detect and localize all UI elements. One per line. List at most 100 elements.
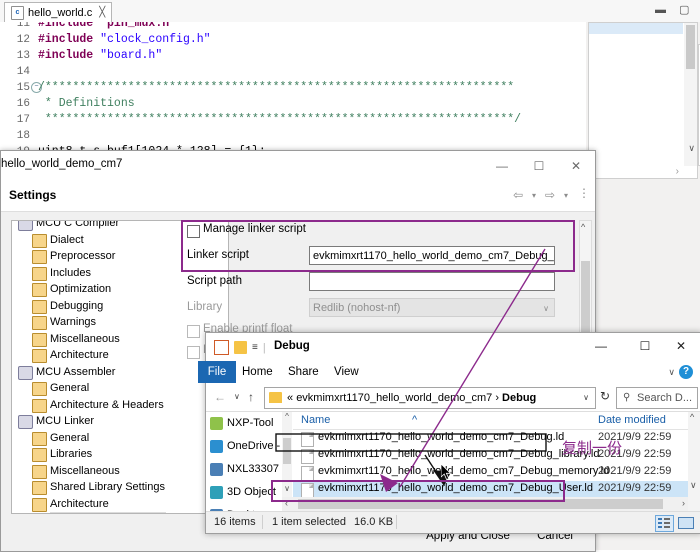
- search-input[interactable]: ⚲ Search D...: [616, 387, 698, 409]
- file-list-horizontal-scrollbar[interactable]: ‹ ›: [282, 497, 688, 511]
- page-icon: [32, 332, 47, 347]
- ide-panel-upper: ∨ ›: [588, 22, 698, 179]
- up-icon[interactable]: ↑: [248, 390, 254, 404]
- help-icon[interactable]: ?: [679, 365, 693, 379]
- script-path-input[interactable]: [309, 272, 555, 291]
- code-line: 15−/************************************…: [0, 80, 668, 96]
- ribbon-tab-view[interactable]: View: [334, 361, 359, 383]
- file-name: evkmimxrt1170_hello_world_demo_cm7_Debug…: [318, 431, 565, 443]
- file-icon: [301, 449, 314, 464]
- ribbon-tab-home[interactable]: Home: [242, 361, 273, 383]
- hscroll-right-icon[interactable]: ›: [682, 498, 685, 508]
- checkbox-icon[interactable]: [214, 340, 229, 355]
- recent-locations-icon[interactable]: ∨: [234, 392, 240, 401]
- nav-scroll-down-icon[interactable]: ∨: [283, 484, 291, 493]
- nav-scroll-thumb[interactable]: [283, 438, 291, 464]
- nav-item-nxp-tool[interactable]: NXP-Tool: [206, 412, 282, 435]
- forward-dropdown-icon[interactable]: ▾: [564, 191, 568, 200]
- settings-close-button[interactable]: ✕: [563, 155, 589, 177]
- line-number: 18: [16, 130, 30, 142]
- settings-minimize-button[interactable]: —: [489, 155, 515, 177]
- file-name: evkmimxrt1170_hello_world_demo_cm7_Debug…: [318, 482, 593, 494]
- nav-item-3d-object[interactable]: 3D Object: [206, 481, 282, 504]
- list-scroll-down-icon[interactable]: ∨: [690, 480, 697, 491]
- panel-scroll-down-icon[interactable]: ∨: [688, 143, 695, 154]
- explorer-navigation-pane[interactable]: NXP-ToolOneDrive -NXL333073D ObjectDeskt…: [206, 412, 282, 522]
- code-text: #include "board.h": [38, 49, 163, 62]
- page-icon: [32, 431, 47, 446]
- settings-tree-item-label: Architecture & Headers: [50, 398, 164, 411]
- close-icon[interactable]: ╳: [99, 7, 105, 18]
- file-list-row[interactable]: evkmimxrt1170_hello_world_demo_cm7_Debug…: [293, 481, 688, 498]
- explorer-maximize-button[interactable]: ☐: [627, 335, 663, 357]
- refresh-icon[interactable]: ↻: [600, 389, 610, 403]
- explorer-ribbon: File Home Share View ∨ ?: [198, 361, 700, 384]
- library-select[interactable]: Redlib (nohost-nf) ∨: [309, 298, 555, 317]
- editor-maximize-icon[interactable]: ▢: [679, 3, 689, 16]
- explorer-minimize-button[interactable]: —: [583, 335, 619, 357]
- status-size: 16.0 KB: [354, 516, 394, 528]
- nav-scroll-up-icon[interactable]: ^: [283, 412, 291, 421]
- library-value: Redlib (nohost-nf): [313, 302, 401, 314]
- settings-window-title: hello_world_demo_cm7: [1, 158, 123, 170]
- pane-scroll-up-icon[interactable]: ^: [581, 222, 585, 232]
- enable-scanf-float-checkbox[interactable]: [187, 346, 200, 359]
- back-icon[interactable]: ⇦: [513, 188, 523, 202]
- code-text: /***************************************…: [38, 81, 515, 94]
- forward-icon[interactable]: ⇨: [545, 188, 555, 202]
- editor-minimize-icon[interactable]: ▬: [655, 4, 666, 16]
- ribbon-tab-share[interactable]: Share: [288, 361, 319, 383]
- ribbon-collapse-icon[interactable]: ∨: [668, 367, 675, 378]
- settings-tree-item-label: MCU Assembler: [36, 365, 116, 378]
- column-header-date-modified[interactable]: Date modified: [598, 414, 666, 426]
- breadcrumb-prefix: «: [287, 392, 294, 404]
- breadcrumb-crumb-0[interactable]: evkmimxrt1170_hello_world_demo_cm7: [296, 392, 492, 404]
- page-icon: [32, 464, 47, 479]
- explorer-window-title: Debug: [274, 340, 310, 352]
- tab-hello-world-c[interactable]: c hello_world.c ╳: [4, 2, 113, 22]
- large-icons-view-icon[interactable]: [677, 515, 694, 530]
- hscroll-thumb[interactable]: [298, 499, 663, 509]
- linker-script-highlight-box: [181, 220, 575, 272]
- pc-icon: [210, 463, 223, 476]
- line-number: 14: [16, 66, 30, 78]
- settings-maximize-button[interactable]: ☐: [526, 155, 552, 177]
- page-icon: [32, 448, 47, 462]
- quick-access-caret-icon[interactable]: ≡: [252, 342, 258, 353]
- file-list-row[interactable]: evkmimxrt1170_hello_world_demo_cm7_Debug…: [293, 464, 688, 481]
- status-item-count: 16 items: [214, 516, 256, 528]
- enable-printf-float-checkbox[interactable]: [187, 325, 200, 338]
- settings-page-title: Settings: [9, 188, 57, 202]
- explorer-close-button[interactable]: ✕: [663, 335, 699, 357]
- explorer-titlebar: ≡ | Debug — ☐ ✕: [206, 333, 700, 361]
- ribbon-tab-file[interactable]: File: [198, 361, 236, 383]
- code-line: 18: [0, 128, 668, 144]
- breadcrumb-crumb-1[interactable]: Debug: [502, 392, 536, 404]
- script-path-label: Script path: [187, 275, 242, 287]
- settings-tree-item-managed-linker-script[interactable]: Managed Linker Script: [12, 512, 228, 513]
- back-icon[interactable]: ←: [214, 390, 226, 404]
- nav-item-label: NXL33307: [227, 463, 279, 475]
- back-dropdown-icon[interactable]: ▾: [532, 191, 536, 200]
- file-list-row[interactable]: evkmimxrt1170_hello_world_demo_cm7_Debug…: [293, 447, 688, 464]
- list-scroll-up-icon[interactable]: ^: [690, 412, 694, 422]
- panel-expand-icon[interactable]: ›: [676, 166, 679, 177]
- address-box[interactable]: « evkmimxrt1170_hello_world_demo_cm7 › D…: [264, 387, 596, 409]
- page-icon: [32, 283, 47, 297]
- details-view-icon[interactable]: [655, 515, 674, 532]
- line-number: 13: [16, 50, 30, 62]
- row-script-path: Script path: [181, 270, 583, 296]
- file-list-scrollbar[interactable]: ^ ∨: [688, 412, 700, 512]
- mouse-cursor: [441, 464, 452, 481]
- file-name: evkmimxrt1170_hello_world_demo_cm7_Debug…: [318, 465, 610, 477]
- settings-tree-item-label: Dialect: [50, 233, 84, 246]
- file-list-row[interactable]: evkmimxrt1170_hello_world_demo_cm7_Debug…: [293, 430, 688, 447]
- nav-item-nxl33307[interactable]: NXL33307: [206, 458, 282, 481]
- nav-item-onedrive[interactable]: OneDrive -: [206, 435, 282, 458]
- hscroll-left-icon[interactable]: ‹: [285, 498, 288, 508]
- settings-menu-icon[interactable]: ⋮: [578, 186, 590, 200]
- library-label: Library: [187, 301, 223, 313]
- folder-icon[interactable]: [234, 341, 247, 354]
- address-dropdown-icon[interactable]: ∨: [583, 388, 589, 408]
- column-header-name[interactable]: Name: [301, 414, 330, 426]
